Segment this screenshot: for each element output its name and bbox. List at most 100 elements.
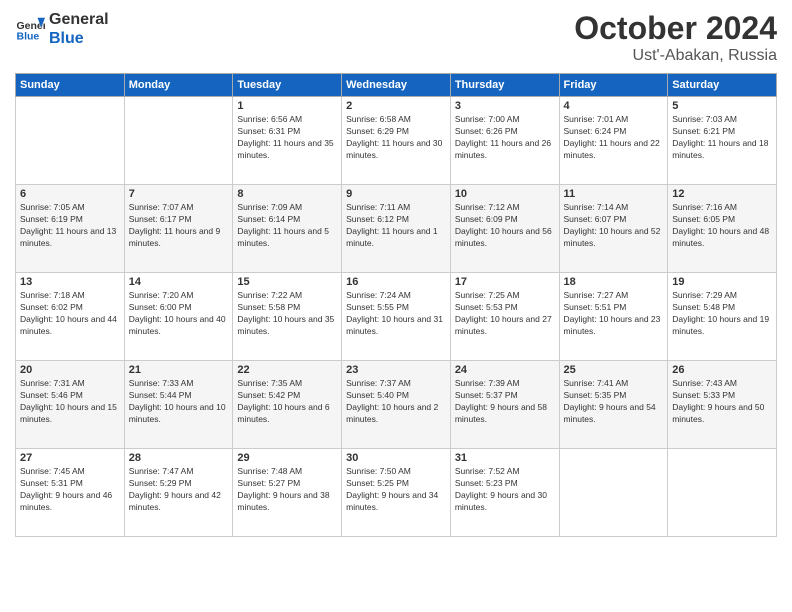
- calendar: SundayMondayTuesdayWednesdayThursdayFrid…: [15, 73, 777, 537]
- week-row-5: 27 Sunrise: 7:45 AMSunset: 5:31 PMDayligh…: [16, 449, 777, 537]
- cell-text: Sunrise: 7:05 AMSunset: 6:19 PMDaylight:…: [20, 202, 120, 250]
- logo-blue-text: Blue: [49, 29, 109, 48]
- day-number: 30: [346, 452, 446, 464]
- weekday-header-monday: Monday: [124, 74, 233, 97]
- day-number: 22: [237, 364, 337, 376]
- day-number: 1: [237, 100, 337, 112]
- calendar-cell: 6 Sunrise: 7:05 AMSunset: 6:19 PMDaylight…: [16, 185, 125, 273]
- day-number: 25: [564, 364, 664, 376]
- day-number: 18: [564, 276, 664, 288]
- calendar-cell: 26 Sunrise: 7:43 AMSunset: 5:33 PMDayligh…: [668, 361, 777, 449]
- calendar-cell: [124, 97, 233, 185]
- month-title: October 2024: [574, 10, 777, 47]
- day-number: 31: [455, 452, 555, 464]
- calendar-cell: 5 Sunrise: 7:03 AMSunset: 6:21 PMDaylight…: [668, 97, 777, 185]
- cell-text: Sunrise: 7:01 AMSunset: 6:24 PMDaylight:…: [564, 114, 664, 162]
- calendar-cell: 16 Sunrise: 7:24 AMSunset: 5:55 PMDayligh…: [342, 273, 451, 361]
- day-number: 3: [455, 100, 555, 112]
- day-number: 13: [20, 276, 120, 288]
- week-row-2: 6 Sunrise: 7:05 AMSunset: 6:19 PMDaylight…: [16, 185, 777, 273]
- cell-text: Sunrise: 7:45 AMSunset: 5:31 PMDaylight:…: [20, 466, 120, 514]
- page: General Blue General Blue October 2024 U…: [0, 0, 792, 612]
- calendar-cell: 21Sunrise: 7:33 AMSunset: 5:44 PMDayligh…: [124, 361, 233, 449]
- cell-text: Sunrise: 7:03 AMSunset: 6:21 PMDaylight:…: [672, 114, 772, 162]
- calendar-cell: 14 Sunrise: 7:20 AMSunset: 6:00 PMDayligh…: [124, 273, 233, 361]
- title-block: October 2024 Ust'-Abakan, Russia: [574, 10, 777, 65]
- calendar-cell: 20Sunrise: 7:31 AMSunset: 5:46 PMDayligh…: [16, 361, 125, 449]
- day-number: 17: [455, 276, 555, 288]
- calendar-cell: 24Sunrise: 7:39 AMSunset: 5:37 PMDayligh…: [450, 361, 559, 449]
- calendar-cell: 15Sunrise: 7:22 AMSunset: 5:58 PMDayligh…: [233, 273, 342, 361]
- calendar-cell: 2 Sunrise: 6:58 AMSunset: 6:29 PMDaylight…: [342, 97, 451, 185]
- week-row-3: 13 Sunrise: 7:18 AMSunset: 6:02 PMDayligh…: [16, 273, 777, 361]
- calendar-cell: 28 Sunrise: 7:47 AMSunset: 5:29 PMDayligh…: [124, 449, 233, 537]
- week-row-4: 20Sunrise: 7:31 AMSunset: 5:46 PMDayligh…: [16, 361, 777, 449]
- day-number: 2: [346, 100, 446, 112]
- cell-text: Sunrise: 7:47 AMSunset: 5:29 PMDaylight:…: [129, 466, 229, 514]
- day-number: 29: [237, 452, 337, 464]
- day-number: 5: [672, 100, 772, 112]
- cell-text: Sunrise: 6:58 AMSunset: 6:29 PMDaylight:…: [346, 114, 446, 162]
- calendar-cell: 31Sunrise: 7:52 AMSunset: 5:23 PMDayligh…: [450, 449, 559, 537]
- weekday-header-sunday: Sunday: [16, 74, 125, 97]
- weekday-header-tuesday: Tuesday: [233, 74, 342, 97]
- calendar-cell: 8 Sunrise: 7:09 AMSunset: 6:14 PMDaylight…: [233, 185, 342, 273]
- day-number: 26: [672, 364, 772, 376]
- day-number: 11: [564, 188, 664, 200]
- calendar-cell: 9Sunrise: 7:11 AMSunset: 6:12 PMDaylight…: [342, 185, 451, 273]
- calendar-cell: 13 Sunrise: 7:18 AMSunset: 6:02 PMDayligh…: [16, 273, 125, 361]
- calendar-cell: [16, 97, 125, 185]
- weekday-header-wednesday: Wednesday: [342, 74, 451, 97]
- calendar-cell: 11 Sunrise: 7:14 AMSunset: 6:07 PMDayligh…: [559, 185, 668, 273]
- cell-text: Sunrise: 7:07 AMSunset: 6:17 PMDaylight:…: [129, 202, 229, 250]
- weekday-header-friday: Friday: [559, 74, 668, 97]
- cell-text: Sunrise: 7:33 AMSunset: 5:44 PMDaylight:…: [129, 378, 229, 426]
- day-number: 19: [672, 276, 772, 288]
- cell-text: Sunrise: 7:09 AMSunset: 6:14 PMDaylight:…: [237, 202, 337, 250]
- weekday-header-saturday: Saturday: [668, 74, 777, 97]
- cell-text: Sunrise: 7:20 AMSunset: 6:00 PMDaylight:…: [129, 290, 229, 338]
- calendar-cell: 17 Sunrise: 7:25 AMSunset: 5:53 PMDayligh…: [450, 273, 559, 361]
- cell-text: Sunrise: 7:24 AMSunset: 5:55 PMDaylight:…: [346, 290, 446, 338]
- calendar-cell: 23Sunrise: 7:37 AMSunset: 5:40 PMDayligh…: [342, 361, 451, 449]
- calendar-cell: 18 Sunrise: 7:27 AMSunset: 5:51 PMDayligh…: [559, 273, 668, 361]
- calendar-cell: 12Sunrise: 7:16 AMSunset: 6:05 PMDayligh…: [668, 185, 777, 273]
- weekday-header-thursday: Thursday: [450, 74, 559, 97]
- calendar-cell: [668, 449, 777, 537]
- calendar-cell: 3Sunrise: 7:00 AMSunset: 6:26 PMDaylight…: [450, 97, 559, 185]
- day-number: 20: [20, 364, 120, 376]
- calendar-cell: 30 Sunrise: 7:50 AMSunset: 5:25 PMDayligh…: [342, 449, 451, 537]
- cell-text: Sunrise: 6:56 AMSunset: 6:31 PMDaylight:…: [237, 114, 337, 162]
- cell-text: Sunrise: 7:48 AMSunset: 5:27 PMDaylight:…: [237, 466, 337, 514]
- week-row-1: 1 Sunrise: 6:56 AMSunset: 6:31 PMDaylight…: [16, 97, 777, 185]
- cell-text: Sunrise: 7:39 AMSunset: 5:37 PMDaylight:…: [455, 378, 555, 426]
- day-number: 28: [129, 452, 229, 464]
- cell-text: Sunrise: 7:37 AMSunset: 5:40 PMDaylight:…: [346, 378, 446, 426]
- cell-text: Sunrise: 7:43 AMSunset: 5:33 PMDaylight:…: [672, 378, 772, 426]
- calendar-cell: 4Sunrise: 7:01 AMSunset: 6:24 PMDaylight…: [559, 97, 668, 185]
- day-number: 27: [20, 452, 120, 464]
- calendar-cell: [559, 449, 668, 537]
- cell-text: Sunrise: 7:25 AMSunset: 5:53 PMDaylight:…: [455, 290, 555, 338]
- logo-icon: General Blue: [15, 14, 45, 44]
- day-number: 14: [129, 276, 229, 288]
- day-number: 8: [237, 188, 337, 200]
- day-number: 9: [346, 188, 446, 200]
- day-number: 16: [346, 276, 446, 288]
- cell-text: Sunrise: 7:50 AMSunset: 5:25 PMDaylight:…: [346, 466, 446, 514]
- cell-text: Sunrise: 7:27 AMSunset: 5:51 PMDaylight:…: [564, 290, 664, 338]
- day-number: 12: [672, 188, 772, 200]
- location: Ust'-Abakan, Russia: [574, 47, 777, 65]
- logo-general-text: General: [49, 10, 109, 29]
- cell-text: Sunrise: 7:12 AMSunset: 6:09 PMDaylight:…: [455, 202, 555, 250]
- day-number: 10: [455, 188, 555, 200]
- calendar-cell: 27 Sunrise: 7:45 AMSunset: 5:31 PMDayligh…: [16, 449, 125, 537]
- header-row: SundayMondayTuesdayWednesdayThursdayFrid…: [16, 74, 777, 97]
- calendar-cell: 29 Sunrise: 7:48 AMSunset: 5:27 PMDayligh…: [233, 449, 342, 537]
- cell-text: Sunrise: 7:18 AMSunset: 6:02 PMDaylight:…: [20, 290, 120, 338]
- cell-text: Sunrise: 7:14 AMSunset: 6:07 PMDaylight:…: [564, 202, 664, 250]
- calendar-cell: 1 Sunrise: 6:56 AMSunset: 6:31 PMDaylight…: [233, 97, 342, 185]
- day-number: 7: [129, 188, 229, 200]
- day-number: 6: [20, 188, 120, 200]
- svg-text:Blue: Blue: [17, 31, 40, 43]
